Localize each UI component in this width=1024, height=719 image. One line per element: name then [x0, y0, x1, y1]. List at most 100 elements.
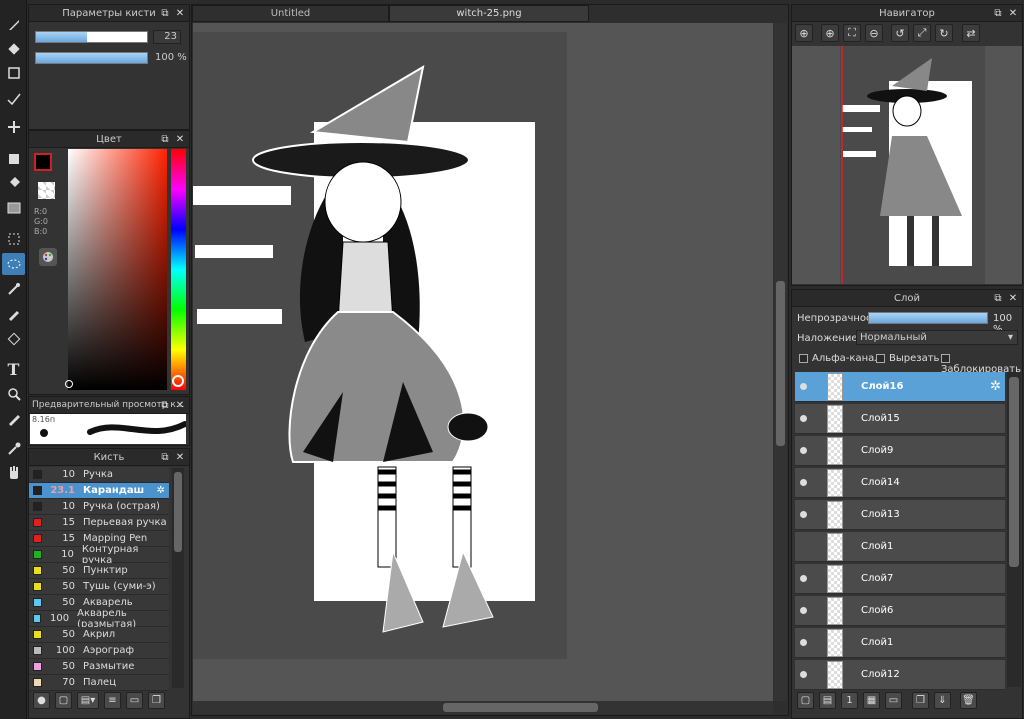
- layer-row[interactable]: Слой1: [795, 532, 1005, 562]
- hand-tool-icon[interactable]: [2, 462, 25, 484]
- blend-mode-select[interactable]: Нормальный ▾: [856, 330, 1018, 345]
- clipping-checkbox[interactable]: Вырезать: [876, 353, 939, 364]
- brush-item[interactable]: 10 Контурная ручка: [29, 544, 169, 566]
- brush-item[interactable]: 10 Ручка (острая): [29, 499, 169, 515]
- visibility-icon[interactable]: [797, 445, 809, 457]
- gear-icon[interactable]: ✲: [990, 379, 1001, 394]
- brush-item[interactable]: 50 Пунктир: [29, 563, 169, 579]
- layer-row[interactable]: Слой14: [795, 468, 1005, 498]
- eraser-tool-icon[interactable]: [2, 38, 25, 60]
- layer-row[interactable]: Слой9: [795, 436, 1005, 466]
- operation-tool-icon[interactable]: [2, 383, 25, 405]
- brush-item[interactable]: 100 Акварель (размытая): [29, 608, 169, 630]
- secondary-color-swatch[interactable]: [38, 182, 55, 199]
- canvas-vscrollbar[interactable]: [774, 23, 787, 701]
- close-icon[interactable]: ✕: [1008, 293, 1018, 304]
- actual-size-icon[interactable]: ⛶: [843, 24, 861, 42]
- popout-icon[interactable]: ⧉: [160, 452, 170, 463]
- saturation-value-picker[interactable]: [68, 149, 167, 390]
- navigator-preview[interactable]: [792, 46, 1022, 284]
- brush-item[interactable]: 23.1 Карандаш ✲: [29, 483, 169, 499]
- fill-rect-tool-icon[interactable]: [2, 148, 25, 170]
- popout-icon[interactable]: ⧉: [993, 8, 1003, 19]
- brush-item[interactable]: 10 Ручка: [29, 467, 169, 483]
- visibility-icon[interactable]: [797, 669, 809, 681]
- brush-item[interactable]: 50 Размытие: [29, 659, 169, 675]
- delete-layer-icon[interactable]: 🗑: [960, 692, 977, 709]
- close-icon[interactable]: ✕: [175, 452, 185, 463]
- alpha-lock-checkbox[interactable]: Альфа-канал: [799, 353, 881, 364]
- visibility-icon[interactable]: [797, 541, 809, 553]
- brush-tool-icon[interactable]: [2, 14, 25, 36]
- brush-item[interactable]: 50 Тушь (суми-э): [29, 579, 169, 595]
- brush-size-value[interactable]: 23: [153, 30, 181, 44]
- popout-icon[interactable]: ⧉: [160, 134, 170, 145]
- gear-icon[interactable]: ✲: [157, 485, 165, 496]
- bucket-tool-icon[interactable]: [2, 172, 25, 194]
- palette-icon[interactable]: [39, 248, 57, 266]
- visibility-icon[interactable]: [797, 573, 809, 585]
- close-icon[interactable]: ✕: [175, 400, 185, 411]
- zoom-out-icon[interactable]: ⊖: [865, 24, 883, 42]
- brush-size-slider[interactable]: [35, 31, 148, 43]
- brush-item[interactable]: 100 Аэрограф: [29, 643, 169, 659]
- layer-row[interactable]: Слой16 ✲: [795, 372, 1005, 402]
- popout-icon[interactable]: ⧉: [160, 8, 170, 19]
- layer-row[interactable]: Слой15: [795, 404, 1005, 434]
- layer-row[interactable]: Слой7: [795, 564, 1005, 594]
- layer-row[interactable]: Слой12: [795, 660, 1005, 690]
- zoom-in-icon[interactable]: ⊕: [821, 24, 839, 42]
- primary-color-swatch[interactable]: [34, 153, 52, 171]
- brush-settings-icon[interactable]: ●: [33, 692, 50, 709]
- close-icon[interactable]: ✕: [175, 134, 185, 145]
- select-pen-tool-icon[interactable]: [2, 303, 25, 325]
- merge-layer-icon[interactable]: ⇓: [934, 692, 951, 709]
- select-tool-icon[interactable]: [2, 228, 25, 250]
- new-brush-icon[interactable]: ▢: [55, 692, 72, 709]
- close-icon[interactable]: ✕: [175, 8, 185, 19]
- scrollbar-thumb[interactable]: [174, 472, 182, 552]
- hue-cursor[interactable]: [172, 375, 184, 387]
- brush-item[interactable]: 70 Палец: [29, 675, 169, 691]
- tab-untitled[interactable]: Untitled: [192, 5, 389, 22]
- duplicate-layer-icon[interactable]: ❐: [912, 692, 929, 709]
- rotate-right-icon[interactable]: ↻: [935, 24, 953, 42]
- move-tool-icon[interactable]: [2, 116, 25, 138]
- brush-list-scrollbar[interactable]: [172, 468, 184, 688]
- line-tool-icon[interactable]: [2, 88, 25, 110]
- text-tool-icon[interactable]: T: [2, 358, 25, 380]
- visibility-icon[interactable]: [797, 637, 809, 649]
- fit-view-icon[interactable]: ⤢: [913, 24, 931, 42]
- layer-row[interactable]: Слой13: [795, 500, 1005, 530]
- brush-properties-icon[interactable]: ≡: [104, 692, 121, 709]
- visibility-icon[interactable]: [797, 381, 809, 393]
- lasso-tool-icon[interactable]: [2, 253, 25, 275]
- zoom-fit-icon[interactable]: ⊕: [795, 24, 813, 42]
- hue-slider[interactable]: [171, 149, 186, 390]
- eyedropper-tool-icon[interactable]: [2, 438, 25, 460]
- visibility-icon[interactable]: [797, 605, 809, 617]
- pen-tool-icon[interactable]: [2, 408, 25, 430]
- brush-folder-icon[interactable]: ▭: [126, 692, 143, 709]
- rotate-left-icon[interactable]: ↺: [891, 24, 909, 42]
- layer-row[interactable]: Слой6: [795, 596, 1005, 626]
- layer-opacity-slider[interactable]: [868, 312, 988, 324]
- new-layer-icon[interactable]: ▢: [797, 692, 814, 709]
- popout-icon[interactable]: ⧉: [993, 293, 1003, 304]
- select-eraser-tool-icon[interactable]: [2, 328, 25, 350]
- scrollbar-thumb[interactable]: [443, 703, 598, 712]
- tab-witch[interactable]: witch-25.png: [389, 5, 589, 22]
- brush-item[interactable]: 50 Акрил: [29, 627, 169, 643]
- new-pattern-layer-icon[interactable]: ▦: [863, 692, 880, 709]
- layer-row[interactable]: Слой1: [795, 628, 1005, 658]
- new-folder-icon[interactable]: ▭: [885, 692, 902, 709]
- brush-menu-icon[interactable]: ▤▾: [77, 692, 99, 709]
- brush-duplicate-icon[interactable]: ❐: [148, 692, 165, 709]
- rectangle-tool-icon[interactable]: [2, 62, 25, 84]
- visibility-icon[interactable]: [797, 413, 809, 425]
- scrollbar-thumb[interactable]: [1009, 377, 1019, 567]
- scrollbar-thumb[interactable]: [776, 281, 785, 446]
- brush-item[interactable]: 15 Перьевая ручка: [29, 515, 169, 531]
- magic-wand-tool-icon[interactable]: [2, 278, 25, 300]
- new-1bit-layer-icon[interactable]: 1: [841, 692, 858, 709]
